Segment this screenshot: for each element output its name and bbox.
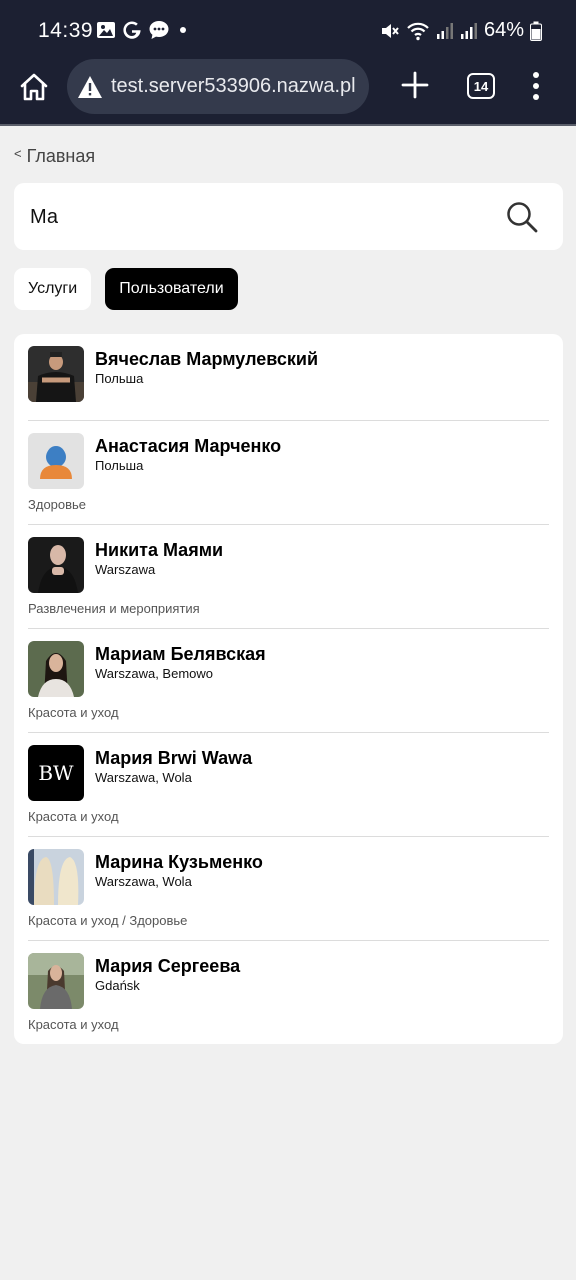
battery-icon xyxy=(530,21,542,41)
list-item[interactable]: Вячеслав Мармулевский Польша xyxy=(28,334,549,421)
user-location: Warszawa xyxy=(95,562,156,577)
status-bar: 14:39 64% xyxy=(0,0,576,56)
address-bar[interactable]: test.server533906.nazwa.pl xyxy=(67,59,369,114)
user-category: Красота и уход xyxy=(28,705,119,720)
browser-toolbar: test.server533906.nazwa.pl 14 xyxy=(0,56,576,126)
user-name[interactable]: Анастасия Марченко xyxy=(95,435,281,457)
user-location: Warszawa, Wola xyxy=(95,770,192,785)
user-location: Gdańsk xyxy=(95,978,140,993)
home-icon[interactable] xyxy=(18,71,50,103)
avatar xyxy=(28,641,84,697)
user-location: Польша xyxy=(95,371,144,386)
user-name[interactable]: Никита Маями xyxy=(95,539,223,561)
user-name[interactable]: Мария Brwi Wawa xyxy=(95,747,252,769)
status-time: 14:39 xyxy=(38,19,94,42)
user-category: Развлечения и мероприятия xyxy=(28,601,200,616)
url-text[interactable]: test.server533906.nazwa.pl xyxy=(111,75,356,98)
list-item[interactable]: Мария Сергеева Gdańsk Красота и уход xyxy=(28,941,549,1044)
list-item[interactable]: BW Мария Brwi Wawa Warszawa, Wola Красот… xyxy=(28,733,549,837)
user-location: Польша xyxy=(95,458,144,473)
wifi-icon xyxy=(407,22,429,40)
avatar xyxy=(28,953,84,1009)
user-category: Красота и уход / Здоровье xyxy=(28,913,188,928)
brand-logo: BW xyxy=(38,761,74,785)
avatar-logo: BW xyxy=(28,745,84,801)
list-item[interactable]: Мариам Белявская Warszawa, Bemowo Красот… xyxy=(28,629,549,733)
warning-icon[interactable] xyxy=(77,75,103,99)
list-item[interactable]: Никита Маями Warszawa Развлечения и меро… xyxy=(28,525,549,629)
user-name[interactable]: Мариам Белявская xyxy=(95,643,266,665)
results-list: Вячеслав Мармулевский Польша Анастасия М… xyxy=(14,334,563,1044)
signal-icon xyxy=(460,22,477,39)
tab-services[interactable]: Услуги xyxy=(14,268,92,310)
back-link-label[interactable]: Главная xyxy=(27,146,96,167)
user-name[interactable]: Мария Сергеева xyxy=(95,955,240,977)
plus-icon[interactable] xyxy=(400,70,430,100)
list-item[interactable]: Анастасия Марченко Польша Здоровье xyxy=(28,421,549,525)
filter-tabs: Услуги Пользователи xyxy=(14,268,238,310)
avatar xyxy=(28,433,84,489)
mute-icon xyxy=(381,23,399,38)
notification-icons xyxy=(96,20,190,40)
chevron-left-icon: < xyxy=(14,146,22,161)
user-name[interactable]: Вячеслав Мармулевский xyxy=(95,348,318,370)
avatar xyxy=(28,849,84,905)
avatar xyxy=(28,537,84,593)
tab-users[interactable]: Пользователи xyxy=(105,268,238,310)
list-item[interactable]: Марина Кузьменко Warszawa, Wola Красота … xyxy=(28,837,549,941)
user-category: Красота и уход xyxy=(28,1017,119,1032)
user-category: Здоровье xyxy=(28,497,87,512)
google-icon xyxy=(123,21,141,39)
tab-switcher-button[interactable]: 14 xyxy=(467,73,495,99)
battery-percent: 64% xyxy=(483,19,524,41)
user-category: Красота и уход xyxy=(28,809,119,824)
search-box xyxy=(14,183,563,250)
user-name[interactable]: Марина Кузьменко xyxy=(95,851,263,873)
back-link[interactable]: < Главная xyxy=(14,146,95,167)
search-input[interactable] xyxy=(30,201,490,233)
chat-icon xyxy=(149,21,169,39)
dot-icon xyxy=(180,27,186,33)
search-icon[interactable] xyxy=(505,200,539,234)
more-vert-icon[interactable] xyxy=(528,71,544,101)
user-location: Warszawa, Wola xyxy=(95,874,192,889)
avatar xyxy=(28,346,84,402)
tab-count: 14 xyxy=(473,78,489,94)
image-icon xyxy=(97,22,115,38)
signal-icon xyxy=(436,22,453,39)
user-location: Warszawa, Bemowo xyxy=(95,666,213,681)
system-icons: 64% xyxy=(380,19,542,42)
